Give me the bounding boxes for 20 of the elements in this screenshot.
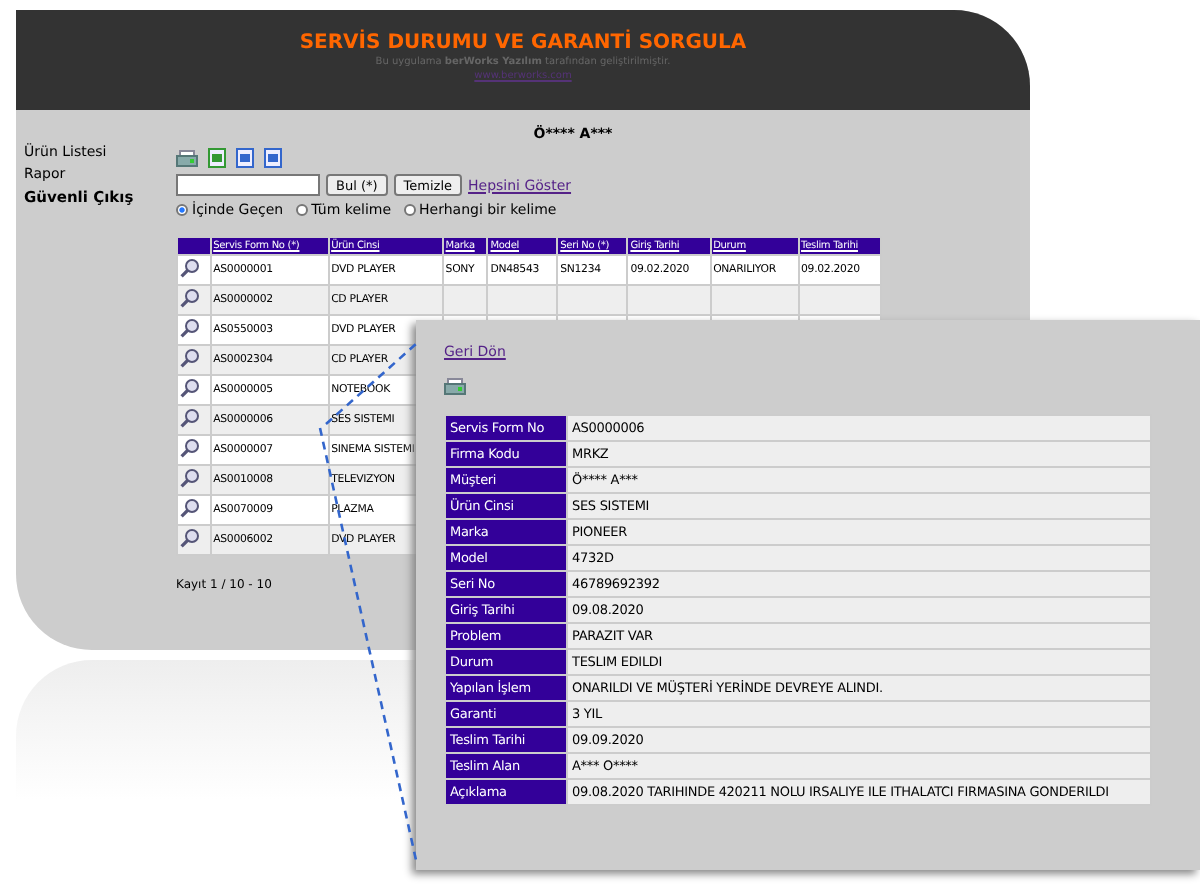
magnifier-icon[interactable] <box>180 258 200 278</box>
magnifier-icon[interactable] <box>180 408 200 428</box>
magnifier-icon[interactable] <box>180 318 200 338</box>
radio-button[interactable] <box>295 204 308 216</box>
document-icon[interactable] <box>236 148 254 168</box>
radio-button[interactable] <box>176 204 188 216</box>
radio-button[interactable] <box>403 204 416 216</box>
magnifier-icon[interactable] <box>180 348 200 368</box>
magnifier-icon[interactable] <box>180 438 200 458</box>
print-icon[interactable] <box>444 378 466 396</box>
print-icon[interactable] <box>176 149 198 167</box>
search-field[interactable] <box>176 174 320 196</box>
magnifier-icon[interactable] <box>180 498 200 518</box>
magnifier-icon[interactable] <box>180 468 200 488</box>
page-title: SERVİS DURUMU VE GARANTİ SORGULA <box>299 32 747 54</box>
magnifier-icon[interactable] <box>180 378 200 398</box>
magnifier-icon[interactable] <box>180 528 200 548</box>
magnifier-icon[interactable] <box>180 288 200 308</box>
export-icon[interactable] <box>264 148 282 168</box>
spreadsheet-icon[interactable] <box>208 148 226 168</box>
